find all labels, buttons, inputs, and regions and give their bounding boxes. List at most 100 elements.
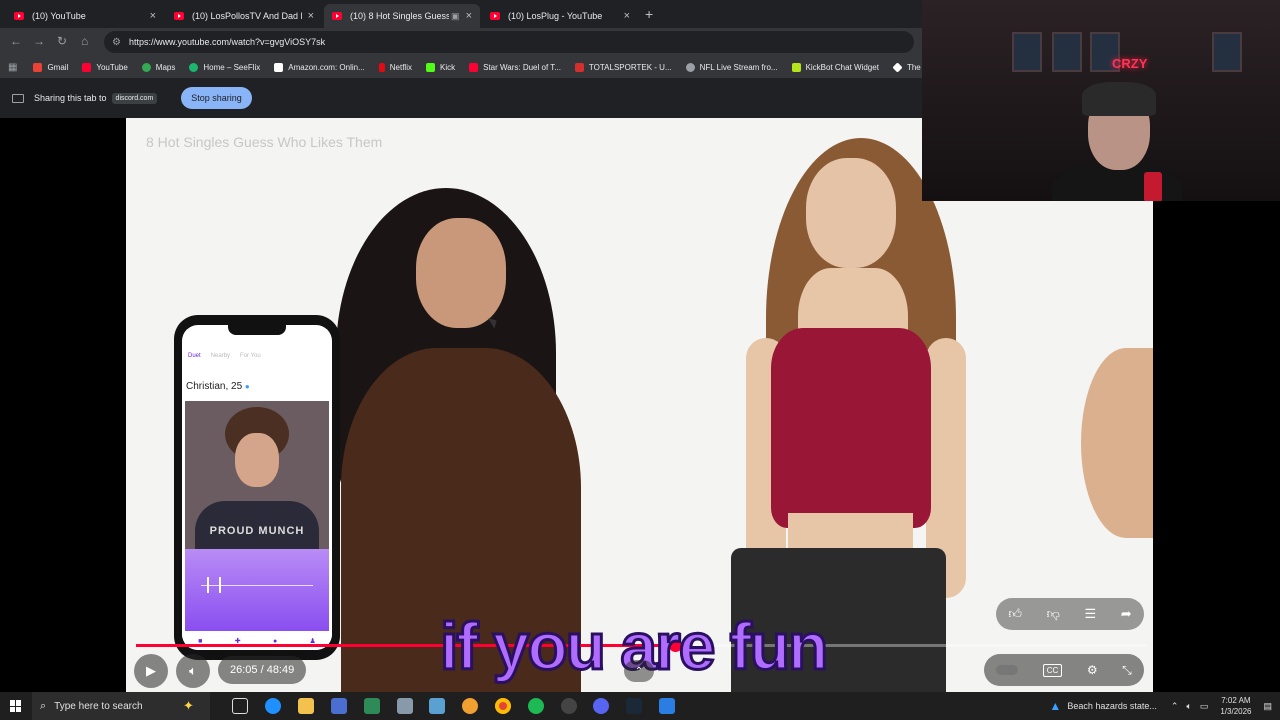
bookmark[interactable]: Amazon.com: Onlin... — [274, 62, 365, 72]
shirt-print: PROUD MUNCH — [195, 501, 319, 549]
forward-icon[interactable]: → — [33, 34, 45, 48]
play-button[interactable]: ▶ — [134, 654, 168, 688]
phone-notch — [228, 325, 286, 335]
play-icon: ▶ — [146, 663, 156, 678]
bookmark[interactable]: Maps — [141, 62, 176, 72]
streamer-beanie — [1082, 82, 1156, 116]
wall-poster — [1012, 32, 1042, 72]
app-icon[interactable] — [331, 698, 347, 714]
video-actions: 👍︎ 👎︎ ☰ ➦ — [996, 598, 1144, 630]
youtube-icon — [490, 12, 500, 20]
tab-title: (10) LosPlug - YouTube — [508, 11, 603, 21]
desktop: (10) YouTube × (10) LosPollosTV And Dad … — [0, 0, 1280, 720]
phone-nav-bar: ■ ✚ ● ♟ — [182, 632, 332, 650]
chrome-icon[interactable] — [495, 698, 511, 714]
captions-icon[interactable]: CC — [1042, 663, 1063, 677]
time-display: 26:05 / 48:49 — [218, 656, 307, 684]
bookmark-label: Maps — [155, 62, 176, 72]
home-icon[interactable]: ⌂ — [81, 34, 88, 48]
tab-losplug[interactable]: (10) LosPlug - YouTube × — [482, 4, 638, 28]
clock[interactable]: 7:02 AM 1/3/2026 — [1220, 695, 1251, 717]
bookmark[interactable]: Star Wars: Duel of T... — [469, 62, 561, 72]
comments-icon[interactable]: ☰ — [1084, 606, 1096, 622]
youtube-icon — [469, 62, 479, 72]
bookmark[interactable]: Kick — [425, 62, 455, 72]
webcam-overlay: CRZY — [922, 0, 1280, 201]
bookmark[interactable]: Home – SeeFlix — [189, 62, 260, 72]
autoplay-toggle-icon[interactable] — [996, 665, 1019, 675]
network-icon[interactable]: ▭ — [1200, 701, 1209, 712]
expand-chevron-button[interactable]: ⌃ — [624, 660, 654, 682]
app-icon[interactable] — [462, 698, 478, 714]
bookmark[interactable]: Netflix — [378, 62, 412, 72]
phone-tab: Duet — [188, 353, 201, 359]
profile-photo: PROUD MUNCH — [185, 401, 329, 549]
exit-fullscreen-icon[interactable]: ⤡ — [1122, 663, 1132, 678]
woman-right-face — [806, 158, 896, 268]
address-bar[interactable]: ⚙ https://www.youtube.com/watch?v=gvgViO… — [104, 31, 914, 53]
close-icon[interactable]: × — [308, 10, 314, 22]
weather-widget[interactable]: ▲ Beach hazards state... — [1049, 699, 1156, 713]
sparkle-icon[interactable]: ✦ — [183, 698, 199, 714]
reload-icon[interactable]: ↻ — [57, 34, 67, 48]
tab-youtube[interactable]: (10) YouTube × — [6, 4, 164, 28]
woman-left-face — [416, 218, 506, 328]
wall-poster — [1212, 32, 1242, 72]
file-explorer-icon[interactable] — [298, 698, 314, 714]
browser-toolbar: ← → ↻ ⌂ ⚙ https://www.youtube.com/watch?… — [0, 28, 922, 56]
drink-can — [1144, 172, 1162, 201]
volume-button[interactable]: 🔈︎ — [176, 654, 210, 688]
bookmark[interactable]: KickBot Chat Widget — [791, 62, 879, 72]
woman-right-midriff — [788, 513, 913, 553]
tab-lospollostv[interactable]: (10) LosPollosTV And Dad React × — [166, 4, 322, 28]
video-player[interactable]: 8 Hot Singles Guess Who Likes Them Duet … — [126, 118, 1153, 692]
like-icon[interactable]: 👍︎ — [1008, 606, 1022, 622]
windows-start-icon[interactable] — [10, 700, 22, 712]
bookmark[interactable]: YouTube — [82, 62, 128, 72]
bookmarks-bar: ▦ Gmail YouTube Maps Home – SeeFlix Amaz… — [0, 56, 932, 78]
discord-icon[interactable] — [593, 698, 609, 714]
system-tray: ▲ Beach hazards state... ⌃ 🔈︎ ▭ 7:02 AM … — [1049, 692, 1272, 720]
dislike-icon[interactable]: 👎︎ — [1047, 606, 1060, 622]
app-icon[interactable] — [397, 698, 413, 714]
screen-share-icon — [12, 93, 24, 103]
windows-taskbar: ⌕ Type here to search ✦ ▲ Beach hazards … — [0, 692, 1280, 720]
audio-bars-icon — [207, 577, 221, 593]
app-icon[interactable] — [561, 698, 577, 714]
profile-name: Christian, 25 — [186, 381, 243, 392]
share-icon[interactable]: ➦ — [1121, 606, 1132, 622]
bookmark[interactable]: NFL Live Stream fro... — [685, 62, 778, 72]
tab-active-video[interactable]: (10) 8 Hot Singles Guess W ▣ × — [324, 4, 480, 28]
task-view-icon[interactable] — [232, 698, 248, 714]
app-icon[interactable] — [429, 698, 445, 714]
spotify-icon[interactable] — [528, 698, 544, 714]
notifications-icon[interactable]: ▤ — [1263, 701, 1272, 712]
bookmark-label: Star Wars: Duel of T... — [483, 62, 561, 72]
sharing-domain: discord.com — [111, 92, 158, 104]
stop-sharing-button[interactable]: Stop sharing — [181, 87, 252, 109]
steam-icon[interactable] — [626, 698, 642, 714]
profile-name-row: Christian, 25 ● — [186, 381, 250, 392]
bookmark[interactable]: Gmail — [33, 62, 68, 72]
calculator-icon[interactable] — [364, 698, 380, 714]
sharing-text: Sharing this tab to — [34, 93, 107, 103]
apps-grid-icon[interactable]: ▦ — [8, 62, 17, 73]
new-tab-icon[interactable]: + — [645, 6, 653, 22]
bookmark[interactable]: TOTALSPORTEK - U... — [574, 62, 672, 72]
close-icon[interactable]: × — [466, 10, 472, 22]
back-icon[interactable]: ← — [10, 34, 22, 48]
chevron-up-icon[interactable]: ⌃ — [1171, 701, 1179, 712]
close-icon[interactable]: × — [150, 10, 156, 22]
wall-poster — [1052, 32, 1082, 72]
chevron-up-icon: ⌃ — [634, 665, 644, 677]
bookmark-label: NFL Live Stream fro... — [699, 62, 778, 72]
close-icon[interactable]: × — [624, 10, 630, 22]
volume-icon[interactable]: 🔈︎ — [1186, 701, 1191, 712]
app-icon[interactable] — [659, 698, 675, 714]
video-title[interactable]: 8 Hot Singles Guess Who Likes Them — [146, 134, 382, 150]
tab-title: (10) YouTube — [32, 11, 86, 21]
edge-icon[interactable] — [265, 698, 281, 714]
settings-gear-icon[interactable]: ⚙ — [1087, 663, 1098, 677]
site-info-icon[interactable]: ⚙ — [112, 37, 121, 48]
amazon-icon — [274, 62, 284, 72]
